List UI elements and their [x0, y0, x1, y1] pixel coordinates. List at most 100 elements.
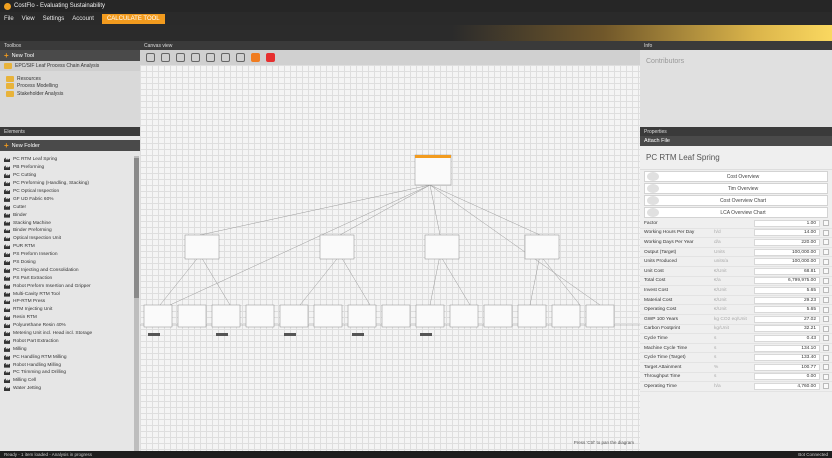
new-folder-button[interactable]: + New Folder [0, 140, 140, 151]
edit-icon[interactable] [823, 258, 829, 265]
attach-file-button[interactable]: Attach File [640, 136, 832, 146]
edit-icon[interactable] [823, 249, 829, 256]
edit-icon[interactable] [823, 373, 829, 380]
edit-icon[interactable] [823, 325, 829, 332]
edit-icon[interactable] [823, 335, 829, 342]
element-item[interactable]: PS Part Extraction [4, 274, 133, 282]
property-unit: s [714, 355, 717, 361]
edit-icon[interactable] [823, 229, 829, 236]
element-item[interactable]: GF UD Fabric 60% [4, 195, 133, 203]
new-tool-button[interactable]: + New Tool [0, 50, 140, 61]
property-row: Cycle Time s 0.43 [640, 334, 832, 344]
property-value[interactable]: 29.23 [754, 296, 820, 304]
layout-icon[interactable] [206, 53, 215, 62]
property-value[interactable]: 4,760.00 [754, 382, 820, 390]
element-label: Binder Preforming [13, 228, 52, 234]
edit-icon[interactable] [823, 220, 829, 227]
menu-view[interactable]: View [22, 16, 35, 22]
tree-item[interactable]: Stakeholder Analysis [6, 90, 134, 98]
element-item[interactable]: Water Jetting [4, 385, 133, 393]
element-item[interactable]: Cutter [4, 203, 133, 211]
element-item[interactable]: Metering Unit incl. Head incl. Storage [4, 330, 133, 338]
element-item[interactable]: Milling [4, 345, 133, 353]
element-item[interactable]: Robot Preform Insertion and Gripper [4, 282, 133, 290]
redo-icon[interactable] [161, 53, 170, 62]
property-row: Operating Cost €/Unit 5.65 [640, 305, 832, 315]
overview-button[interactable]: Cost Overview Chart [644, 195, 828, 206]
tree-item[interactable]: Resources [6, 75, 134, 83]
property-value[interactable]: 5.65 [754, 286, 820, 294]
element-item[interactable]: PC RTM Leaf Spring [4, 156, 133, 164]
property-value[interactable]: 68.81 [754, 267, 820, 275]
zoom-out-icon[interactable] [236, 53, 245, 62]
element-item[interactable]: PC Trimming and Drilling [4, 369, 133, 377]
element-item[interactable]: PC Handling RTM Milling [4, 353, 133, 361]
element-item[interactable]: PC Injecting and Consolidation [4, 266, 133, 274]
element-item[interactable]: PC Optical Inspection [4, 188, 133, 196]
edit-icon[interactable] [823, 364, 829, 371]
element-item[interactable]: PS Dosing [4, 259, 133, 267]
menu-file[interactable]: File [4, 16, 14, 22]
undo-icon[interactable] [146, 53, 155, 62]
element-item[interactable]: Binder [4, 211, 133, 219]
overview-button[interactable]: LCA Overview Chart [644, 207, 828, 218]
element-item[interactable]: PB Preforming [4, 164, 133, 172]
align-icon[interactable] [191, 53, 200, 62]
element-item[interactable]: Robot Part Extraction [4, 337, 133, 345]
edit-icon[interactable] [823, 345, 829, 352]
element-item[interactable]: Optical Inspection Unit [4, 235, 133, 243]
element-item[interactable]: PC Preforming (Handling, Stacking) [4, 180, 133, 188]
property-value[interactable]: 14.00 [754, 229, 820, 237]
property-value[interactable]: 1.00 [754, 219, 820, 227]
zoom-in-icon[interactable] [221, 53, 230, 62]
menu-account[interactable]: Account [72, 16, 94, 22]
element-item[interactable]: Binder Preforming [4, 227, 133, 235]
edit-icon[interactable] [823, 287, 829, 294]
property-value[interactable]: 220.00 [754, 238, 820, 246]
property-value[interactable]: 32.21 [754, 325, 820, 333]
overview-button[interactable]: Tim Overview [644, 183, 828, 194]
element-item[interactable]: Stacking Machine [4, 219, 133, 227]
property-value[interactable]: 0.43 [754, 334, 820, 342]
elements-scroll-thumb[interactable] [134, 158, 139, 298]
property-value[interactable]: 6,799,975.00 [754, 277, 820, 285]
overview-button[interactable]: Cost Overview [644, 171, 828, 182]
fit-icon[interactable] [176, 53, 185, 62]
element-item[interactable]: Multi-Cavity RTM Tool [4, 290, 133, 298]
property-value[interactable]: 134.10 [754, 344, 820, 352]
property-value[interactable]: 100.77 [754, 363, 820, 371]
selected-tool[interactable]: EPC/SIF Leaf Process Chain Analysis [0, 61, 140, 71]
element-item[interactable]: Polyurethane Resin 40% [4, 322, 133, 330]
property-value[interactable]: 100,000.00 [754, 248, 820, 256]
element-item[interactable]: RTM Injecting Unit [4, 306, 133, 314]
edit-icon[interactable] [823, 383, 829, 390]
element-item[interactable]: PC Cutting [4, 172, 133, 180]
canvas-tab[interactable]: Canvas view [140, 41, 640, 50]
diagram-canvas[interactable]: Press 'Ctrl' to pan the diagram [140, 65, 640, 451]
element-label: PS Part Extraction [13, 275, 53, 281]
tree-item[interactable]: Process Modelling [6, 83, 134, 91]
property-value[interactable]: 0.00 [754, 373, 820, 381]
export-icon[interactable] [251, 53, 260, 62]
edit-icon[interactable] [823, 316, 829, 323]
factory-icon [4, 362, 10, 368]
element-item[interactable]: PUR RTM [4, 243, 133, 251]
element-item[interactable]: Resin RTM [4, 314, 133, 322]
property-value[interactable]: 5.65 [754, 306, 820, 314]
property-value[interactable]: 27.02 [754, 315, 820, 323]
property-value[interactable]: 100,000.00 [754, 258, 820, 266]
element-item[interactable]: PS Preform Insertion [4, 251, 133, 259]
menu-settings[interactable]: Settings [43, 16, 65, 22]
edit-icon[interactable] [823, 297, 829, 304]
edit-icon[interactable] [823, 306, 829, 313]
element-item[interactable]: HP-RTM Press [4, 298, 133, 306]
edit-icon[interactable] [823, 239, 829, 246]
edit-icon[interactable] [823, 268, 829, 275]
property-value[interactable]: 133.40 [754, 354, 820, 362]
delete-icon[interactable] [266, 53, 275, 62]
element-item[interactable]: Milling Cell [4, 377, 133, 385]
element-item[interactable]: Robot Handling Milling [4, 361, 133, 369]
edit-icon[interactable] [823, 354, 829, 361]
edit-icon[interactable] [823, 277, 829, 284]
tab-calculate-tool[interactable]: CALCULATE TOOL [101, 13, 165, 24]
